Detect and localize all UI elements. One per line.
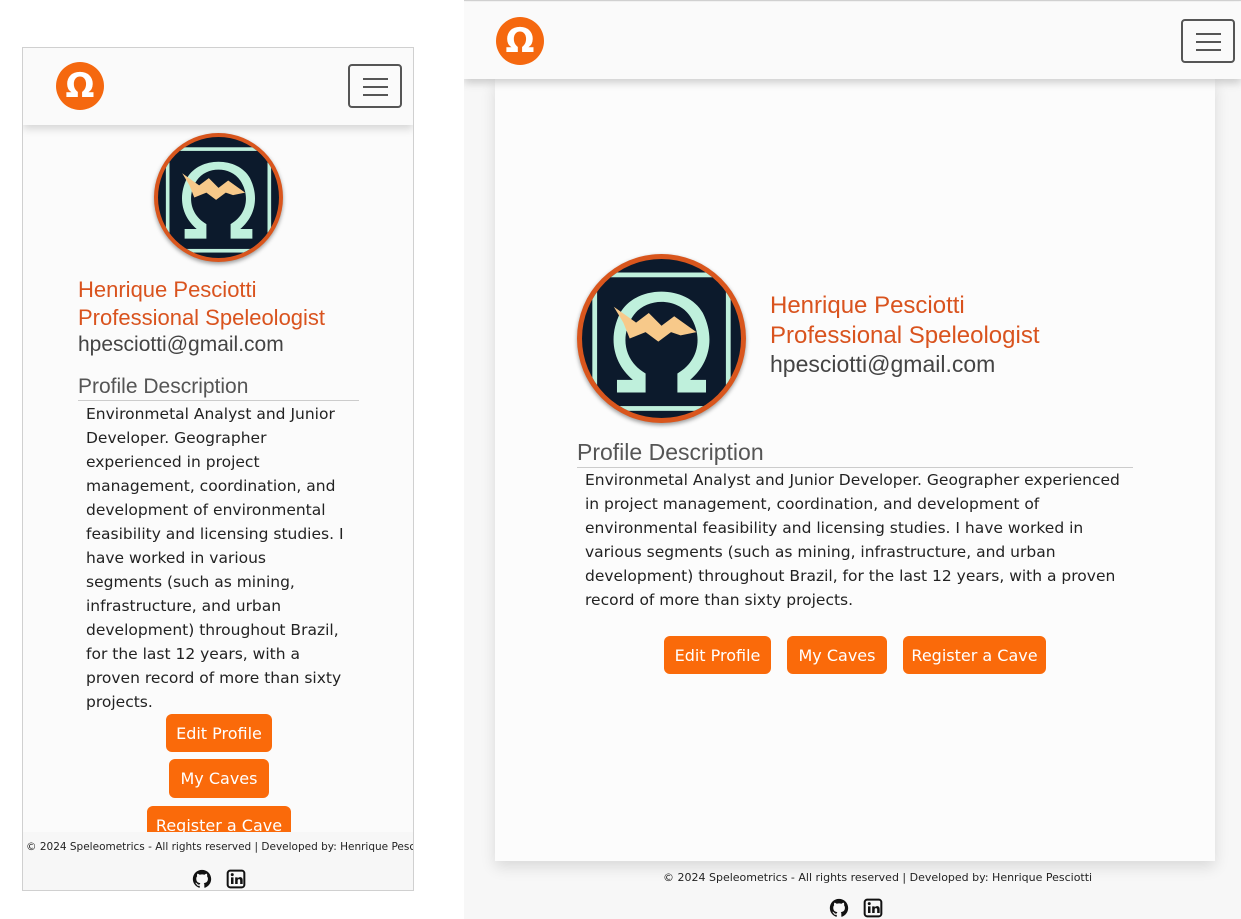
my-caves-button[interactable]: My Caves (169, 759, 269, 798)
footer: © 2024 Speleometrics - All rights reserv… (464, 861, 1241, 919)
desktop-viewport: Ω Henrique Pesciotti Professional Speleo… (464, 0, 1241, 919)
edit-profile-button[interactable]: Edit Profile (166, 714, 272, 752)
navbar: Ω (23, 48, 413, 125)
edit-profile-button[interactable]: Edit Profile (664, 636, 771, 674)
register-cave-button[interactable]: Register a Cave (903, 636, 1046, 674)
profile-title: Professional Speleologist (78, 305, 326, 330)
mobile-viewport: Ω Henrique Pesciotti Professional Speleo… (22, 47, 414, 891)
profile-title: Professional Speleologist (770, 322, 1040, 349)
omega-logo-icon[interactable]: Ω (56, 62, 104, 110)
profile-email: hpesciotti@gmail.com (770, 351, 996, 377)
github-icon[interactable] (192, 869, 212, 889)
description-heading: Profile Description (577, 439, 1133, 468)
omega-bat-avatar-icon (165, 147, 272, 253)
profile-avatar (154, 133, 283, 262)
navbar: Ω (464, 2, 1241, 79)
profile-avatar (577, 254, 746, 423)
linkedin-icon[interactable] (863, 898, 883, 918)
hamburger-menu-icon[interactable] (1181, 19, 1235, 63)
profile-card: Henrique Pesciotti Professional Speleolo… (495, 79, 1215, 861)
description-text: Environmetal Analyst and Junior Develope… (86, 405, 344, 711)
omega-bat-avatar-icon (592, 272, 731, 411)
footer: © 2024 Speleometrics - All rights reserv… (23, 832, 414, 890)
footer-copyright: © 2024 Speleometrics - All rights reserv… (663, 871, 1093, 884)
profile-name: Henrique Pesciotti (770, 292, 965, 319)
description-text: Environmetal Analyst and Junior Develope… (585, 471, 1120, 609)
profile-name: Henrique Pesciotti (78, 277, 257, 302)
footer-copyright: © 2024 Speleometrics - All rights reserv… (26, 841, 414, 853)
my-caves-button[interactable]: My Caves (787, 636, 887, 674)
description-heading: Profile Description (78, 375, 359, 401)
linkedin-icon[interactable] (226, 869, 246, 889)
hamburger-menu-icon[interactable] (348, 64, 402, 108)
omega-logo-icon[interactable]: Ω (496, 17, 544, 65)
github-icon[interactable] (829, 898, 849, 918)
profile-email: hpesciotti@gmail.com (78, 333, 284, 356)
